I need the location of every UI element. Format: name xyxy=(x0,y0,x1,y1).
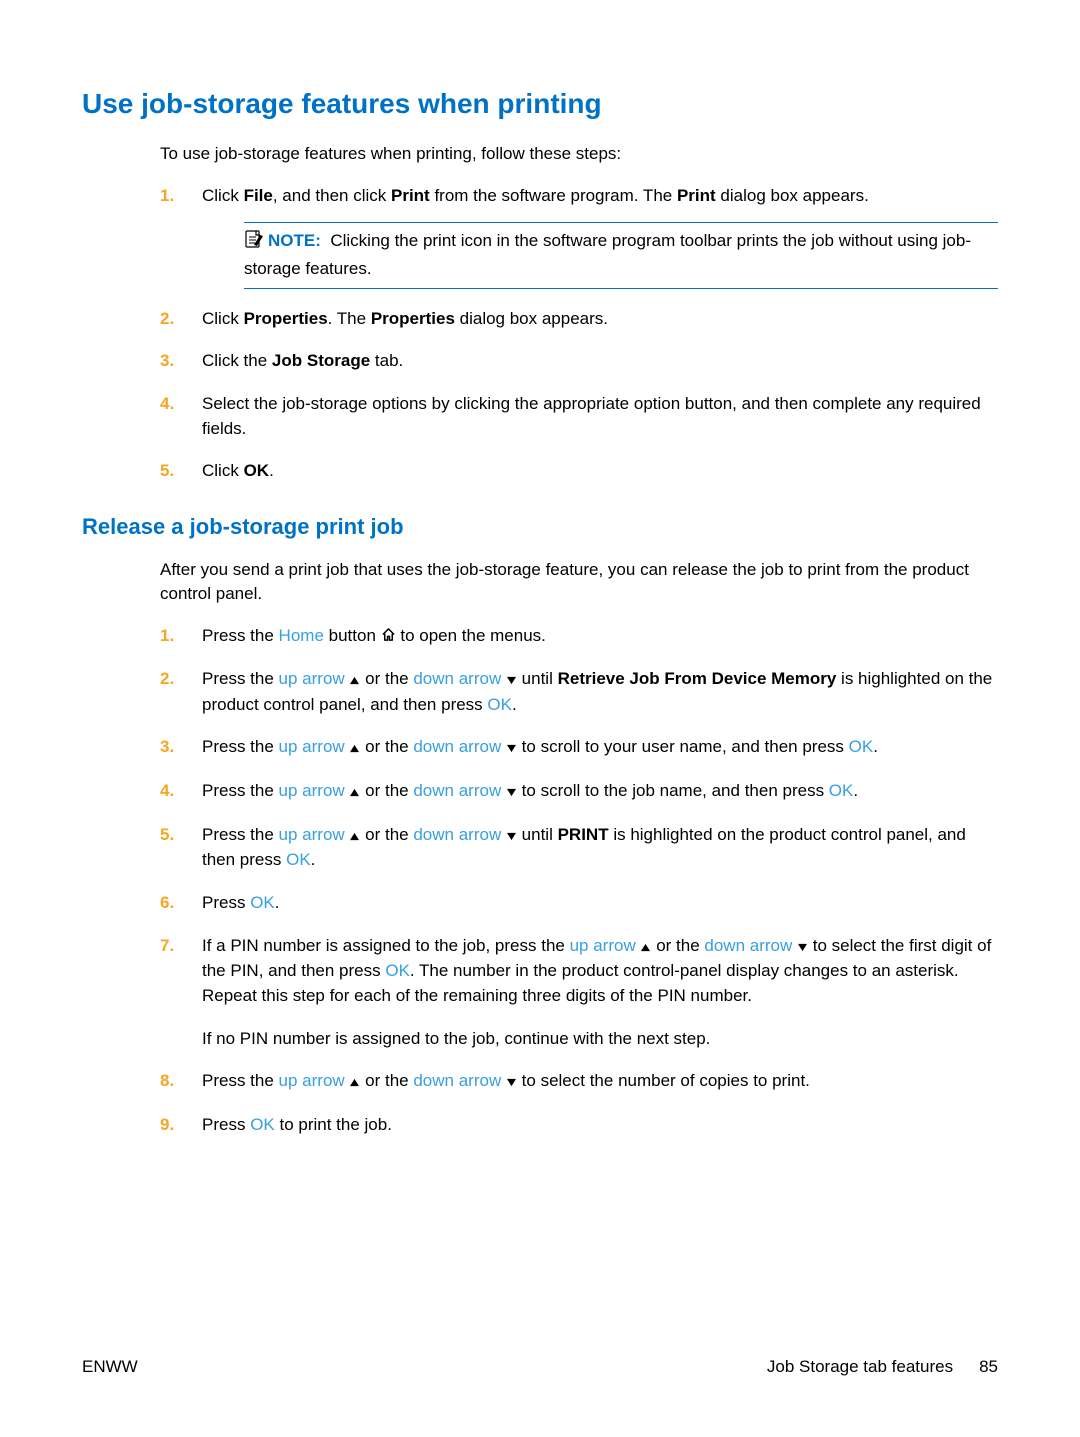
steps-list-2: 1. Press the Home button to open the men… xyxy=(160,624,998,1138)
step-text: Press the up arrow or the down arrow to … xyxy=(202,737,878,756)
up-arrow-icon xyxy=(349,736,360,761)
up-arrow-icon xyxy=(640,935,651,960)
step-number: 1. xyxy=(160,184,174,209)
step-number: 8. xyxy=(160,1069,174,1094)
step-number: 2. xyxy=(160,307,174,332)
step-text: Click OK. xyxy=(202,461,274,480)
footer-left: ENWW xyxy=(82,1357,138,1377)
step-text: Press the up arrow or the down arrow unt… xyxy=(202,825,966,870)
step-text: Click Properties. The Properties dialog … xyxy=(202,309,608,328)
intro-text: After you send a print job that uses the… xyxy=(160,558,998,606)
up-arrow-icon xyxy=(349,780,360,805)
step-text: Press the up arrow or the down arrow unt… xyxy=(202,669,992,714)
step-item: 7. If a PIN number is assigned to the jo… xyxy=(160,934,998,1052)
step-item: 2. Press the up arrow or the down arrow … xyxy=(160,667,998,717)
note-icon xyxy=(244,229,264,257)
step-number: 3. xyxy=(160,735,174,760)
step-number: 5. xyxy=(160,459,174,484)
step-number: 6. xyxy=(160,891,174,916)
page-number: 85 xyxy=(979,1357,998,1377)
step-text: If a PIN number is assigned to the job, … xyxy=(202,936,991,1005)
note-text: Clicking the print icon in the software … xyxy=(244,231,971,278)
down-arrow-icon xyxy=(506,736,517,761)
step-text: Click the Job Storage tab. xyxy=(202,351,403,370)
intro-text: To use job-storage features when printin… xyxy=(160,142,998,166)
step-text: Press OK to print the job. xyxy=(202,1115,392,1134)
step-item: 3. Press the up arrow or the down arrow … xyxy=(160,735,998,761)
up-arrow-icon xyxy=(349,668,360,693)
step-number: 7. xyxy=(160,934,174,959)
step-item: 9. Press OK to print the job. xyxy=(160,1113,998,1138)
step-item: 5. Press the up arrow or the down arrow … xyxy=(160,823,998,873)
step-text: Press the up arrow or the down arrow to … xyxy=(202,1071,810,1090)
step-item: 5. Click OK. xyxy=(160,459,998,484)
page-heading: Use job-storage features when printing xyxy=(82,88,998,120)
step-item: 3. Click the Job Storage tab. xyxy=(160,349,998,374)
down-arrow-icon xyxy=(506,1070,517,1095)
step-number: 4. xyxy=(160,392,174,417)
step-text: Select the job-storage options by clicki… xyxy=(202,394,981,438)
step-number: 5. xyxy=(160,823,174,848)
step-item: 4. Select the job-storage options by cli… xyxy=(160,392,998,441)
down-arrow-icon xyxy=(506,668,517,693)
step-number: 9. xyxy=(160,1113,174,1138)
step-number: 1. xyxy=(160,624,174,649)
up-arrow-icon xyxy=(349,1070,360,1095)
down-arrow-icon xyxy=(506,824,517,849)
step-item: 4. Press the up arrow or the down arrow … xyxy=(160,779,998,805)
step-number: 3. xyxy=(160,349,174,374)
up-arrow-icon xyxy=(349,824,360,849)
step-subtext: If no PIN number is assigned to the job,… xyxy=(202,1027,998,1052)
step-item: 1. Press the Home button to open the men… xyxy=(160,624,998,650)
step-text: Press the Home button to open the menus. xyxy=(202,626,546,645)
footer-section-title: Job Storage tab features xyxy=(767,1357,953,1377)
step-text: Press the up arrow or the down arrow to … xyxy=(202,781,858,800)
steps-list-1: 1. Click File, and then click Print from… xyxy=(160,184,998,484)
step-item: 6. Press OK. xyxy=(160,891,998,916)
home-icon xyxy=(381,625,396,650)
step-text: Press OK. xyxy=(202,893,279,912)
page-footer: ENWW Job Storage tab features 85 xyxy=(82,1357,998,1377)
note-label: NOTE: xyxy=(268,231,321,250)
step-item: 1. Click File, and then click Print from… xyxy=(160,184,998,289)
section-heading: Release a job-storage print job xyxy=(82,514,998,540)
step-item: 2. Click Properties. The Properties dial… xyxy=(160,307,998,332)
step-number: 4. xyxy=(160,779,174,804)
down-arrow-icon xyxy=(506,780,517,805)
step-text: Click File, and then click Print from th… xyxy=(202,186,869,205)
note-callout: NOTE: Clicking the print icon in the sof… xyxy=(244,222,998,288)
step-item: 8. Press the up arrow or the down arrow … xyxy=(160,1069,998,1095)
step-number: 2. xyxy=(160,667,174,692)
down-arrow-icon xyxy=(797,935,808,960)
